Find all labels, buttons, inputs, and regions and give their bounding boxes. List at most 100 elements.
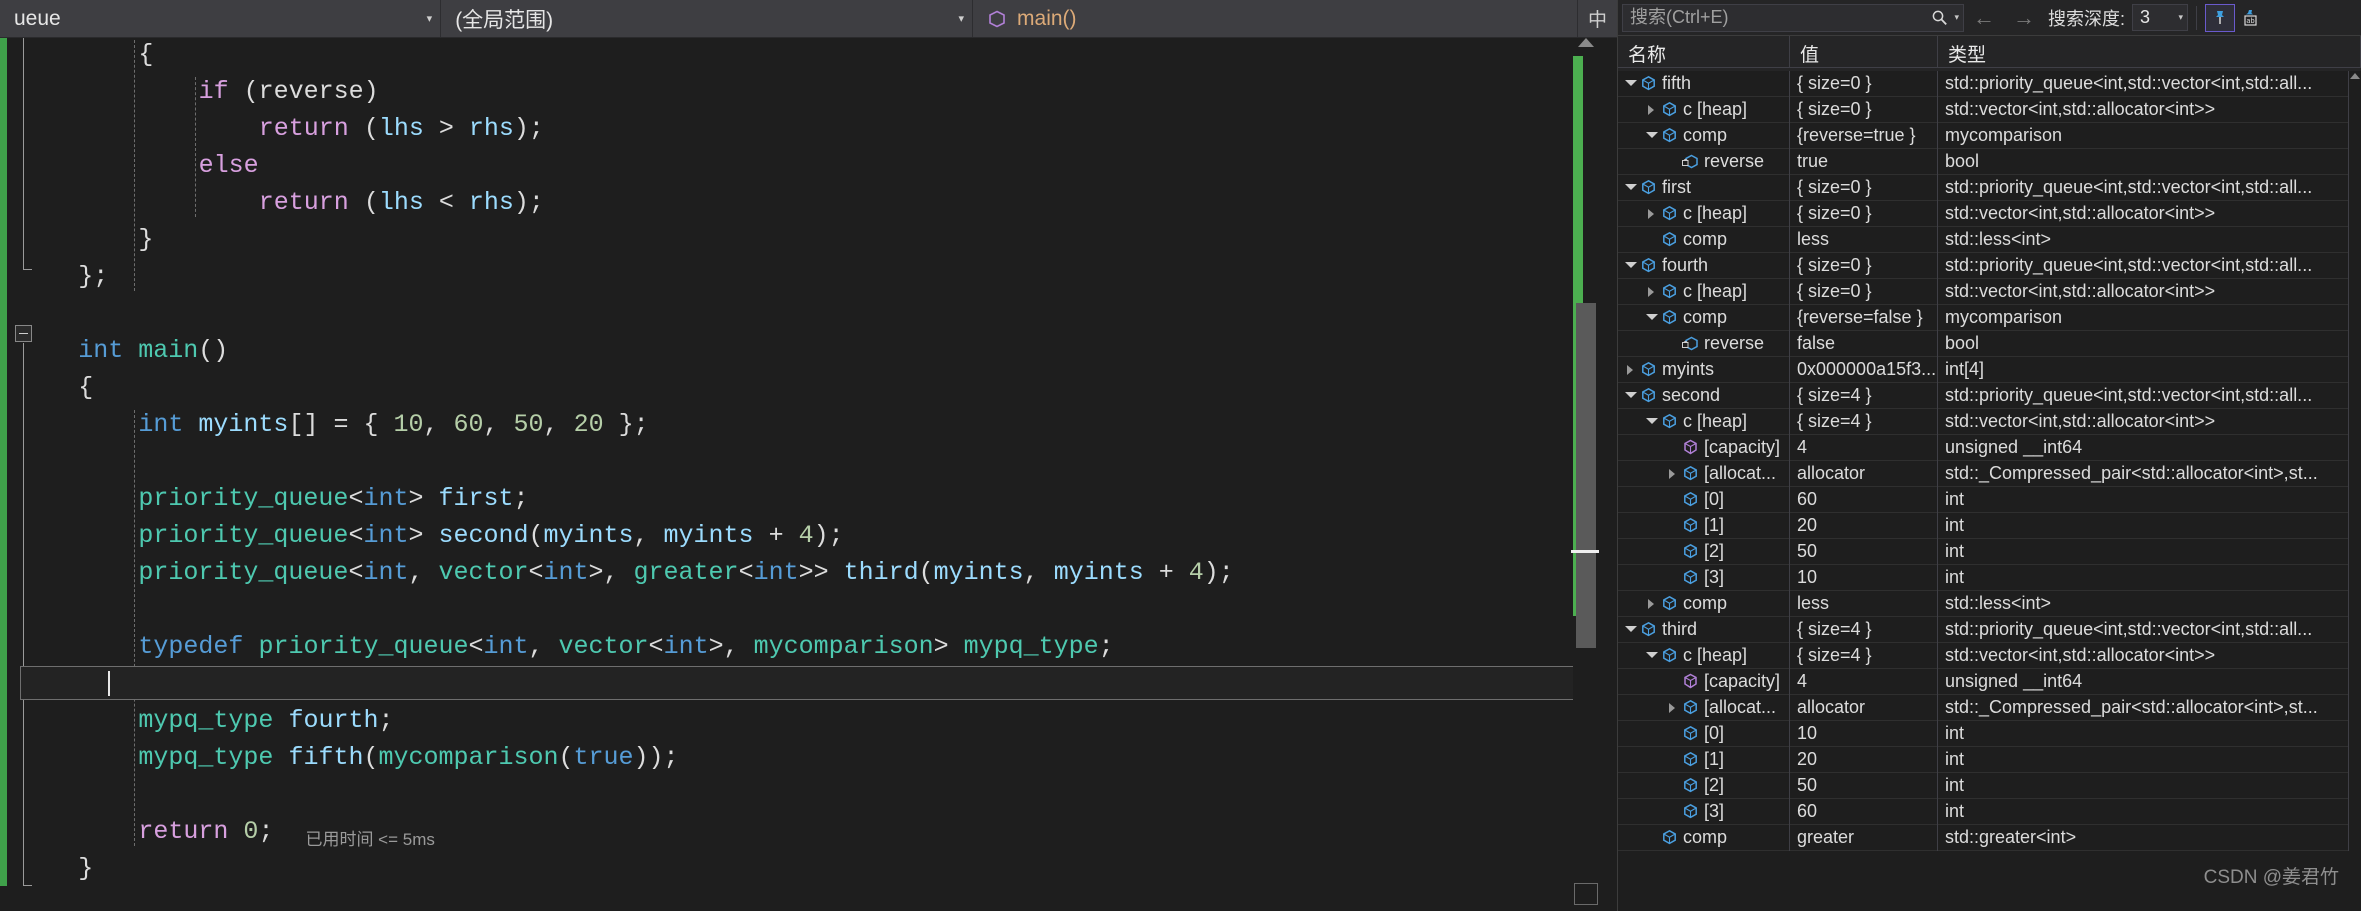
watch-row[interactable]: c [heap] { size=0 } std::vector<int,std::a… <box>1618 200 2349 227</box>
watch-row-value-cell[interactable]: 60 <box>1790 486 1938 513</box>
watch-row[interactable]: c [heap] { size=0 } std::vector<int,std::a… <box>1618 96 2349 123</box>
watch-row[interactable]: [0] 10 int <box>1618 720 2349 747</box>
watch-row[interactable]: third { size=4 } std::priority_queue<int,s… <box>1618 616 2349 643</box>
watch-row-name-cell[interactable]: c [heap] <box>1618 96 1790 123</box>
expand-chevron-icon[interactable] <box>1645 103 1658 116</box>
search-depth-dropdown[interactable]: 3 ▾ <box>2132 4 2189 31</box>
watch-row[interactable]: comp less std::less<int> <box>1618 590 2349 617</box>
watch-row-name-cell[interactable]: fourth <box>1618 252 1790 279</box>
search-options-chevron-icon[interactable]: ▾ <box>1954 12 1959 23</box>
watch-row[interactable]: fifth { size=0 } std::priority_queue<int,s… <box>1618 71 2349 97</box>
watch-row[interactable]: [2] 50 int <box>1618 538 2349 565</box>
watch-row-value-cell[interactable]: allocator <box>1790 460 1938 487</box>
watch-row[interactable]: comp greater std::greater<int> <box>1618 824 2349 851</box>
search-input[interactable] <box>1630 7 1932 28</box>
watch-row-value-cell[interactable]: true <box>1790 148 1938 175</box>
watch-row-value-cell[interactable]: less <box>1790 590 1938 617</box>
watch-row[interactable]: second { size=4 } std::priority_queue<int,… <box>1618 382 2349 409</box>
watch-row[interactable]: [allocat... allocator std::_Compressed_pai… <box>1618 460 2349 487</box>
watch-row-value-cell[interactable]: 4 <box>1790 668 1938 695</box>
watch-row[interactable]: comp {reverse=true } mycomparison <box>1618 122 2349 149</box>
watch-row-value-cell[interactable]: allocator <box>1790 694 1938 721</box>
watch-row-name-cell[interactable]: reverse <box>1618 148 1790 175</box>
watch-row-name-cell[interactable]: [capacity] <box>1618 668 1790 695</box>
watch-row-name-cell[interactable]: [allocat... <box>1618 694 1790 721</box>
watch-row-name-cell[interactable]: [allocat... <box>1618 460 1790 487</box>
watch-row-value-cell[interactable]: 50 <box>1790 538 1938 565</box>
member-scope-dropdown[interactable]: main() <box>973 0 1578 37</box>
namespace-scope-dropdown[interactable]: (全局范围) ▾ <box>441 0 974 37</box>
scroll-up-arrow-icon[interactable] <box>1578 38 1594 47</box>
column-header-type[interactable]: 类型 <box>1938 36 2361 67</box>
collapse-chevron-icon[interactable] <box>1645 311 1658 324</box>
display-format-button[interactable]: ab <box>2235 4 2265 32</box>
watch-grid-body[interactable]: fifth{ size=0 } std::priority_queue<int,s… <box>1618 71 2349 911</box>
expand-chevron-icon[interactable] <box>1624 363 1637 376</box>
watch-row-name-cell[interactable]: [3] <box>1618 564 1790 591</box>
column-header-name[interactable]: 名称 <box>1618 36 1790 67</box>
watch-row-name-cell[interactable]: [0] <box>1618 720 1790 747</box>
search-icon[interactable] <box>1931 9 1948 26</box>
search-next-button[interactable]: → <box>2004 5 2044 31</box>
watch-row[interactable]: comp less std::less<int> <box>1618 226 2349 253</box>
watch-row-value-cell[interactable]: {reverse=true } <box>1790 122 1938 149</box>
watch-row[interactable]: myints 0x000000a15f3... int[4] <box>1618 356 2349 383</box>
watch-row-value-cell[interactable]: { size=4 } <box>1790 408 1938 435</box>
watch-row[interactable]: reverse true bool <box>1618 148 2349 175</box>
watch-row-name-cell[interactable]: myints <box>1618 356 1790 383</box>
watch-search-box[interactable]: ▾ <box>1622 3 1964 32</box>
watch-row-value-cell[interactable]: 10 <box>1790 564 1938 591</box>
watch-row-value-cell[interactable]: { size=0 } <box>1790 174 1938 201</box>
watch-row-name-cell[interactable]: [0] <box>1618 486 1790 513</box>
watch-row-value-cell[interactable]: greater <box>1790 824 1938 851</box>
scroll-up-arrow-icon[interactable] <box>2350 73 2360 79</box>
search-prev-button[interactable]: ← <box>1964 5 2004 31</box>
code-surface[interactable]: {if (reverse) return (lhs > rhs); else retu… <box>0 38 1617 911</box>
expand-chevron-icon[interactable] <box>1645 207 1658 220</box>
project-scope-dropdown[interactable]: ueue ▾ <box>0 0 442 37</box>
watch-row-value-cell[interactable]: { size=0 } <box>1790 96 1938 123</box>
watch-row[interactable]: [3] 60 int <box>1618 798 2349 825</box>
watch-row-value-cell[interactable]: 60 <box>1790 798 1938 825</box>
watch-row-name-cell[interactable]: c [heap] <box>1618 200 1790 227</box>
watch-row-value-cell[interactable]: {reverse=false } <box>1790 304 1938 331</box>
watch-vertical-scrollbar[interactable] <box>2349 71 2361 911</box>
watch-row[interactable]: c [heap] { size=0 } std::vector<int,std::a… <box>1618 278 2349 305</box>
expand-chevron-icon[interactable] <box>1666 701 1679 714</box>
watch-row-value-cell[interactable]: { size=4 } <box>1790 642 1938 669</box>
watch-row-name-cell[interactable]: [capacity] <box>1618 434 1790 461</box>
collapse-chevron-icon[interactable] <box>1645 649 1658 662</box>
expand-chevron-icon[interactable] <box>1645 597 1658 610</box>
watch-row-name-cell[interactable]: comp <box>1618 590 1790 617</box>
watch-row-value-cell[interactable]: { size=0 } <box>1790 278 1938 305</box>
collapse-chevron-icon[interactable] <box>1645 129 1658 142</box>
watch-row-value-cell[interactable]: { size=4 } <box>1790 616 1938 643</box>
watch-row[interactable]: c [heap] { size=4 } std::vector<int,std::a… <box>1618 408 2349 435</box>
watch-row-name-cell[interactable]: third <box>1618 616 1790 643</box>
watch-row[interactable]: [capacity] 4 unsigned __int64 <box>1618 668 2349 695</box>
watch-row[interactable]: [3] 10 int <box>1618 564 2349 591</box>
watch-row[interactable]: c [heap] { size=4 } std::vector<int,std::a… <box>1618 642 2349 669</box>
watch-row-name-cell[interactable]: [1] <box>1618 512 1790 539</box>
watch-row-value-cell[interactable]: false <box>1790 330 1938 357</box>
collapse-chevron-icon[interactable] <box>1624 259 1637 272</box>
watch-row-name-cell[interactable]: fifth <box>1618 71 1790 97</box>
collapse-chevron-icon[interactable] <box>1645 415 1658 428</box>
collapse-chevron-icon[interactable] <box>1624 77 1637 90</box>
expand-chevron-icon[interactable] <box>1666 467 1679 480</box>
watch-row[interactable]: [1] 20 int <box>1618 512 2349 539</box>
watch-row-value-cell[interactable]: { size=0 } <box>1790 252 1938 279</box>
watch-row[interactable]: first { size=0 } std::priority_queue<int,s… <box>1618 174 2349 201</box>
watch-row[interactable]: comp {reverse=false } mycomparison <box>1618 304 2349 331</box>
watch-row-name-cell[interactable]: comp <box>1618 304 1790 331</box>
collapse-chevron-icon[interactable] <box>1624 181 1637 194</box>
watch-row-value-cell[interactable]: less <box>1790 226 1938 253</box>
watch-row-value-cell[interactable]: 50 <box>1790 772 1938 799</box>
editor-vertical-scrollbar[interactable] <box>1571 38 1601 911</box>
watch-row[interactable]: [1] 20 int <box>1618 746 2349 773</box>
watch-row-name-cell[interactable]: second <box>1618 382 1790 409</box>
watch-row-value-cell[interactable]: 20 <box>1790 746 1938 773</box>
watch-row-name-cell[interactable]: [2] <box>1618 538 1790 565</box>
watch-row-name-cell[interactable]: [2] <box>1618 772 1790 799</box>
pin-button[interactable] <box>2205 3 2236 32</box>
